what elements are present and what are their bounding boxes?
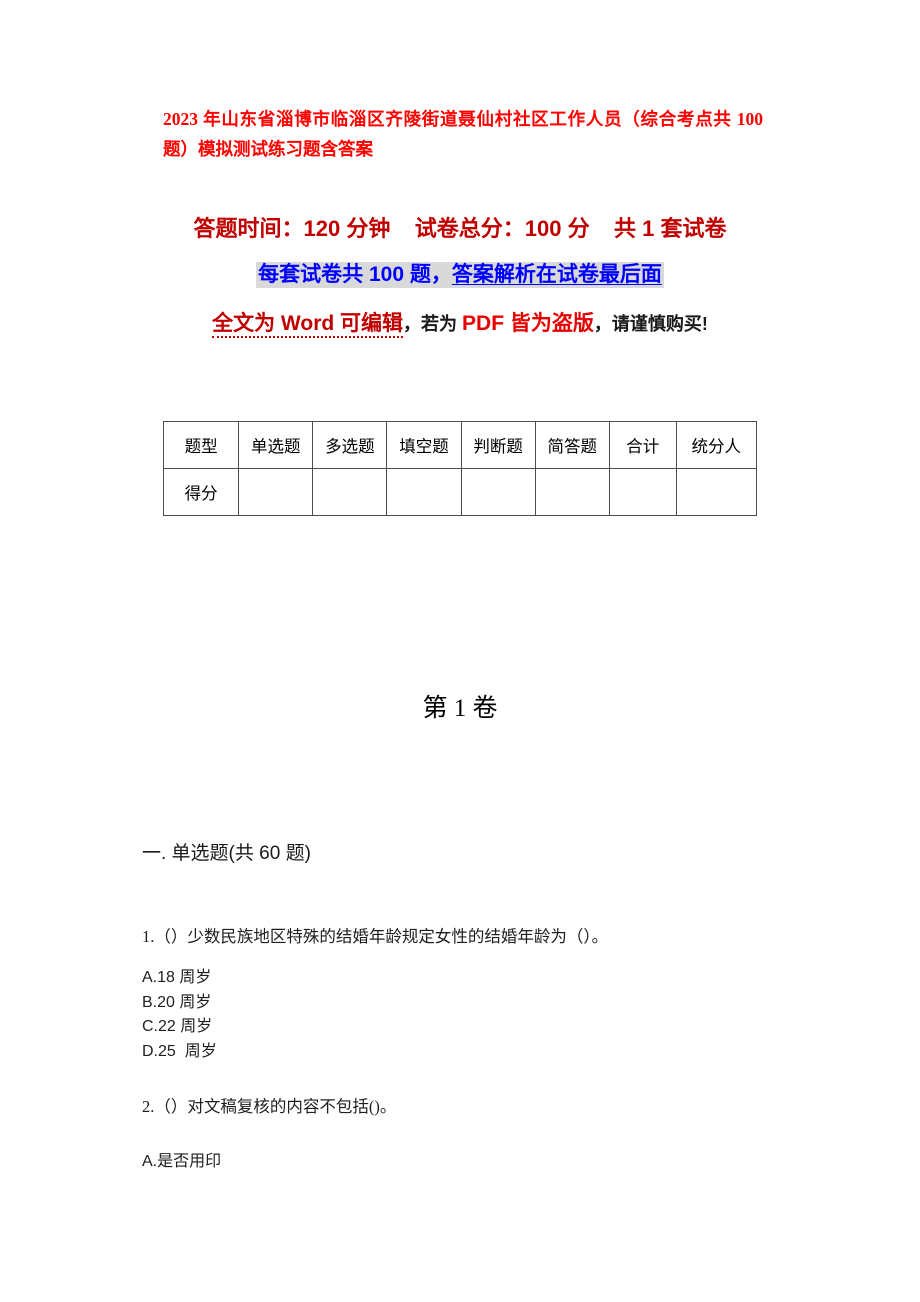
exam-info-answer-note: 每套试卷共 100 题，答案解析在试卷最后面 bbox=[0, 259, 920, 291]
table-cell-score[interactable] bbox=[608, 468, 677, 516]
table-header-cell: 多选题 bbox=[312, 421, 388, 469]
question-item: 1.（）少数民族地区特殊的结婚年龄规定女性的结婚年龄为（）。 A.18 周岁 B… bbox=[142, 924, 802, 1064]
exam-info-answer-note-part1: 每套试卷共 100 题， bbox=[258, 263, 452, 286]
section-heading-single-choice: 一. 单选题(共 60 题) bbox=[142, 843, 311, 864]
table-cell-score[interactable] bbox=[312, 468, 388, 516]
exam-info-answer-note-part2: 答案解析在试卷最后面 bbox=[451, 263, 662, 286]
question-list: 1.（）少数民族地区特殊的结婚年龄规定女性的结婚年龄为（）。 A.18 周岁 B… bbox=[142, 924, 802, 1205]
copyright-note-connector: ，若为 bbox=[403, 314, 463, 334]
question-option[interactable]: B.20 周岁 bbox=[142, 991, 802, 1016]
question-item: 2.（）对文稿复核的内容不包括()。 A.是否用印 bbox=[142, 1094, 802, 1175]
question-option[interactable]: C.22 周岁 bbox=[142, 1015, 802, 1040]
score-table: 题型 单选题 多选题 填空题 判断题 简答题 合计 统分人 得分 bbox=[162, 421, 758, 516]
copyright-note-caution: ，请谨慎购买! bbox=[593, 314, 708, 334]
exam-info-copyright-note: 全文为 Word 可编辑，若为 PDF 皆为盗版，请谨慎购买! bbox=[150, 306, 770, 342]
table-row: 得分 bbox=[162, 468, 758, 516]
table-header-cell: 合计 bbox=[608, 421, 677, 469]
question-option[interactable]: A.18 周岁 bbox=[142, 966, 802, 991]
table-cell-score[interactable] bbox=[534, 468, 610, 516]
document-page: 2023 年山东省淄博市临淄区齐陵街道聂仙村社区工作人员（综合考点共 100 题… bbox=[0, 0, 920, 1302]
table-header-cell: 单选题 bbox=[238, 421, 314, 469]
table-cell-score[interactable] bbox=[675, 468, 758, 516]
table-cell-score[interactable] bbox=[460, 468, 536, 516]
document-title: 2023 年山东省淄博市临淄区齐陵街道聂仙村社区工作人员（综合考点共 100 题… bbox=[163, 109, 763, 159]
question-stem: 2.（）对文稿复核的内容不包括()。 bbox=[142, 1097, 397, 1116]
table-header-cell: 判断题 bbox=[460, 421, 536, 469]
table-row-label-score: 得分 bbox=[162, 468, 240, 516]
table-header-cell: 简答题 bbox=[534, 421, 610, 469]
table-cell-score[interactable] bbox=[238, 468, 314, 516]
exam-info-answer-note-highlight: 每套试卷共 100 题，答案解析在试卷最后面 bbox=[256, 262, 664, 288]
question-stem: 1.（）少数民族地区特殊的结婚年龄规定女性的结婚年龄为（）。 bbox=[142, 927, 609, 946]
table-row-header: 题型 单选题 多选题 填空题 判断题 简答题 合计 统分人 bbox=[162, 421, 758, 469]
exam-info-time-score: 答题时间：120 分钟 试卷总分：100 分 共 1 套试卷 bbox=[193, 216, 727, 241]
paper-label: 第 1 卷 bbox=[422, 695, 498, 722]
question-option[interactable]: D.25 周岁 bbox=[142, 1040, 802, 1065]
table-header-cell: 题型 bbox=[162, 421, 240, 469]
table-header-cell: 填空题 bbox=[386, 421, 462, 469]
copyright-note-pdf-pirated: PDF 皆为盗版 bbox=[462, 312, 594, 335]
question-option[interactable]: A.是否用印 bbox=[142, 1150, 802, 1175]
table-cell-score[interactable] bbox=[386, 468, 462, 516]
question-options: A.是否用印 bbox=[142, 1150, 802, 1175]
table-header-cell: 统分人 bbox=[675, 421, 758, 469]
copyright-note-word-editable: 全文为 Word 可编辑 bbox=[212, 312, 404, 338]
question-options: A.18 周岁 B.20 周岁 C.22 周岁 D.25 周岁 bbox=[142, 966, 802, 1064]
